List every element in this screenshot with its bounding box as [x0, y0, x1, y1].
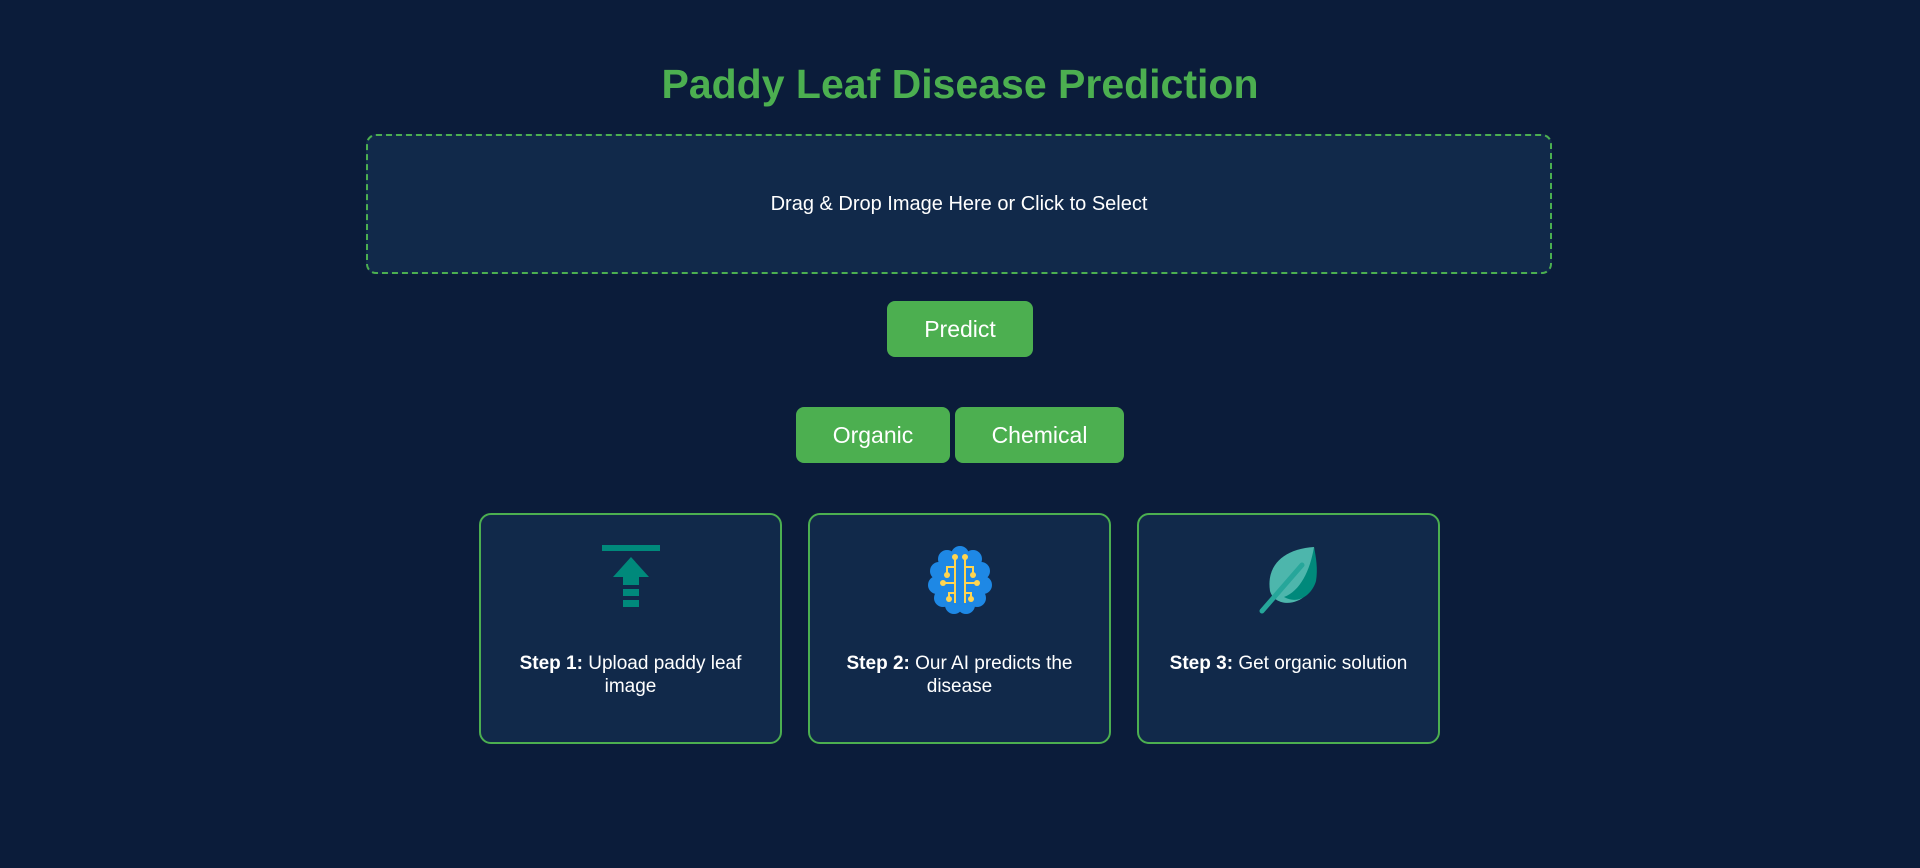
organic-button[interactable]: Organic: [796, 407, 950, 463]
step-3-label: Step 3:: [1169, 653, 1234, 674]
page-title: Paddy Leaf Disease Prediction: [661, 61, 1259, 107]
step-1-description: Upload paddy leaf image: [588, 653, 742, 697]
step-card-upload: Step 1: Upload paddy leaf image: [479, 513, 782, 744]
ai-brain-icon: [925, 545, 995, 615]
predict-button[interactable]: Predict: [887, 301, 1033, 357]
leaf-icon: [1254, 545, 1324, 615]
chemical-button[interactable]: Chemical: [955, 407, 1124, 463]
image-dropzone[interactable]: Drag & Drop Image Here or Click to Selec…: [366, 134, 1552, 274]
step-3-description: Get organic solution: [1238, 653, 1408, 674]
step-1-text: Step 1: Upload paddy leaf image: [501, 652, 760, 698]
step-1-label: Step 1:: [519, 653, 583, 674]
step-2-label: Step 2:: [846, 653, 910, 674]
step-card-solution: Step 3: Get organic solution: [1137, 513, 1440, 744]
dropzone-text: Drag & Drop Image Here or Click to Selec…: [770, 192, 1148, 215]
upload-icon: [596, 545, 666, 615]
step-3-text: Step 3: Get organic solution: [1159, 652, 1418, 675]
step-2-description: Our AI predicts the disease: [915, 653, 1073, 697]
step-card-predict: Step 2: Our AI predicts the disease: [808, 513, 1111, 744]
page: Paddy Leaf Disease Prediction Drag & Dro…: [0, 0, 1920, 868]
step-2-text: Step 2: Our AI predicts the disease: [830, 652, 1089, 698]
